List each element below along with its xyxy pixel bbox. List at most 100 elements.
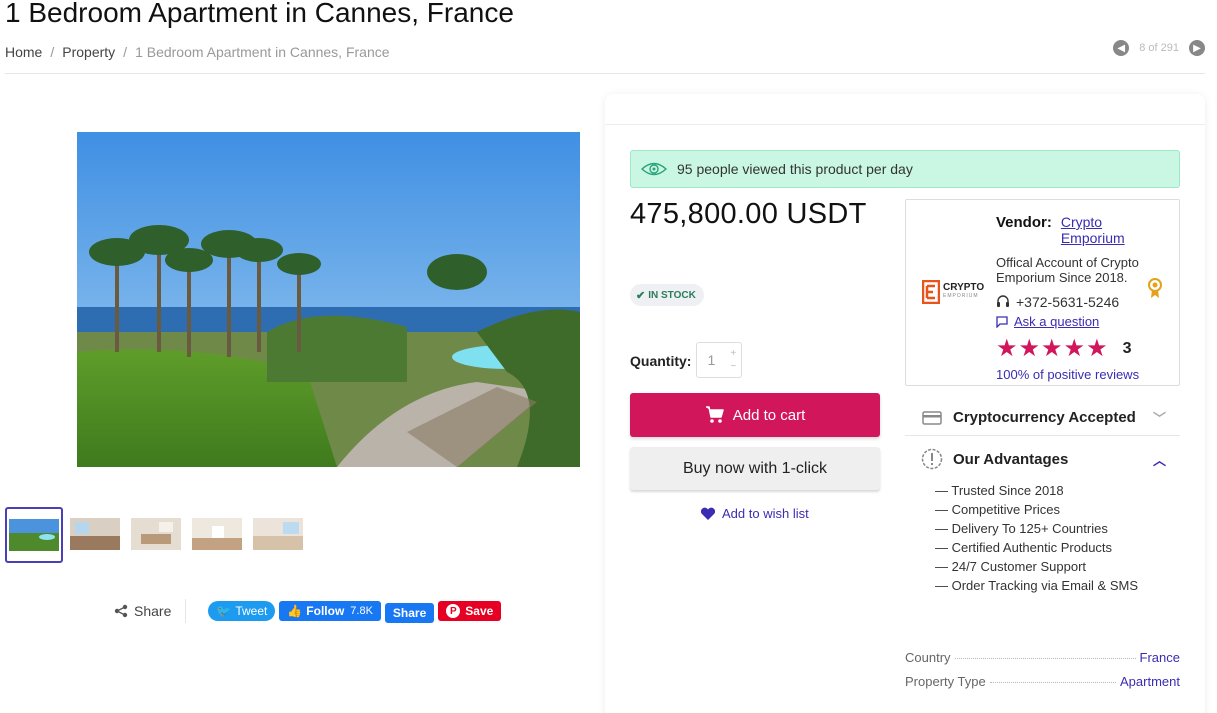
list-item: — Certified Authentic Products (935, 540, 1113, 555)
vendor-logo[interactable]: CRYPTO EMPORIUM (922, 280, 984, 304)
twitter-icon: 🐦 (216, 604, 232, 618)
add-to-wishlist-link[interactable]: Add to wish list (700, 506, 809, 521)
chat-icon (996, 315, 1008, 328)
share-icon (114, 604, 128, 618)
advantages-title: Our Advantages (953, 450, 1069, 468)
price-amount: 475,800.00 (630, 198, 779, 230)
apartment-view-image (77, 132, 580, 467)
advantages-list: — Trusted Since 2018 — Competitive Price… (935, 481, 1138, 595)
facebook-follow-label: Follow (306, 604, 345, 618)
breadcrumb-home[interactable]: Home (5, 44, 42, 60)
crypto-accepted-title: Cryptocurrency Accepted (953, 409, 1136, 426)
thumbnail-1[interactable] (5, 507, 63, 563)
eye-icon (641, 162, 667, 176)
chevron-up-icon: ︿ (1152, 452, 1166, 468)
crypto-emporium-logo-icon (922, 280, 940, 304)
accordion-crypto-accepted[interactable]: Cryptocurrency Accepted ﹀ (905, 400, 1180, 436)
thumbnail-image (131, 518, 181, 550)
facebook-share-button[interactable]: Share (384, 603, 435, 623)
product-page: 1 Bedroom Apartment in Cannes, France Ho… (0, 0, 1217, 713)
share-row: Share 🐦 Tweet 👍 Follow 7.8K Share P Save (114, 599, 502, 623)
card-header-divider (605, 124, 1205, 125)
thumbnail-4[interactable] (192, 518, 242, 550)
thumbnail-2[interactable] (70, 518, 120, 550)
stock-badge: ✔ IN STOCK (630, 284, 704, 306)
product-price: 475,800.00 USDT (630, 198, 867, 231)
thumbnail-image (253, 518, 303, 550)
tweet-button[interactable]: 🐦 Tweet (208, 601, 276, 621)
vendor-info: Vendor: Crypto Emporium Offical Account … (996, 214, 1156, 382)
vendor-name-link[interactable]: Crypto Emporium (1061, 214, 1156, 246)
accordion-our-advantages[interactable]: Our Advantages ︿ (905, 444, 1180, 474)
facebook-follow-button[interactable]: 👍 Follow 7.8K (279, 601, 381, 621)
list-item: — Trusted Since 2018 (935, 483, 1064, 498)
star-icon: ★ (1063, 335, 1086, 362)
next-product-icon[interactable]: ▶ (1189, 40, 1205, 56)
spec-leader (954, 658, 1136, 659)
quantity-stepper[interactable]: 1 + − (696, 342, 742, 378)
breadcrumb-separator: / (50, 44, 55, 60)
quantity-increase-icon[interactable]: + (730, 348, 736, 359)
rating-count[interactable]: 3 (1123, 340, 1132, 358)
views-notice: 95 people viewed this product per day (630, 150, 1180, 188)
add-to-cart-label: Add to cart (732, 406, 806, 424)
medal-icon (1148, 278, 1162, 298)
list-item: — Competitive Prices (935, 502, 1060, 517)
breadcrumb: Home / Property / 1 Bedroom Apartment in… (5, 44, 390, 60)
breadcrumb-separator: / (123, 44, 128, 60)
thumbnail-5[interactable] (253, 518, 303, 550)
product-pager: ◀ 8 of 291 ▶ (1113, 40, 1205, 56)
vendor-logo-text: CRYPTO (943, 282, 985, 293)
heart-icon (700, 507, 716, 520)
views-text: 95 people viewed this product per day (677, 161, 913, 177)
wishlist-label: Add to wish list (722, 506, 809, 521)
thumbnail-image (70, 518, 120, 550)
stock-label: IN STOCK (648, 289, 696, 301)
spec-value-link[interactable]: Apartment (1120, 674, 1180, 689)
facebook-follow-count: 7.8K (350, 605, 373, 617)
header-divider (5, 73, 1205, 74)
prev-product-icon[interactable]: ◀ (1113, 40, 1130, 56)
star-icon: ★ (1086, 335, 1108, 362)
pinterest-save-button[interactable]: P Save (438, 601, 502, 621)
spec-leader (989, 682, 1117, 683)
price-currency: USDT (786, 198, 867, 230)
vendor-rating: ★ ★ ★ ★ ★ 3 (996, 335, 1156, 362)
positive-reviews: 100% of positive reviews (996, 367, 1140, 382)
thumbnail-image (192, 518, 242, 550)
spec-row-property-type: Property Type Apartment (905, 674, 1180, 689)
quantity-step-buttons: + − (726, 343, 741, 377)
vendor-box: CRYPTO EMPORIUM Vendor: Crypto Emporium … (905, 199, 1180, 386)
list-item: — Delivery To 125+ Countries (935, 521, 1108, 536)
page-title: 1 Bedroom Apartment in Cannes, France (5, 0, 514, 28)
main-product-image[interactable] (77, 132, 580, 467)
ask-question-link[interactable]: Ask a question (996, 314, 1156, 329)
spec-label: Property Type (905, 674, 986, 689)
quantity-decrease-icon[interactable]: − (730, 361, 736, 372)
quantity-input[interactable]: 1 (697, 343, 726, 377)
share-button[interactable]: Share (114, 599, 187, 623)
alert-badge-icon (921, 448, 943, 470)
breadcrumb-property[interactable]: Property (62, 44, 115, 60)
vendor-description: Offical Account of Crypto Emporium Since… (996, 255, 1139, 285)
facebook-like-icon: 👍 (287, 604, 303, 618)
spec-value-link[interactable]: France (1140, 650, 1180, 665)
chevron-down-icon: ﹀ (1152, 411, 1166, 426)
check-icon: ✔ (636, 289, 646, 302)
vendor-title: Vendor: Crypto Emporium (996, 214, 1156, 246)
star-icon: ★ (1018, 335, 1041, 362)
cart-icon (705, 406, 724, 423)
spec-row-country: Country France (905, 650, 1180, 665)
vendor-logo-subtext: EMPORIUM (943, 293, 979, 299)
headset-icon (997, 295, 1009, 307)
pinterest-save-label: Save (465, 604, 494, 618)
quantity-label: Quantity: (630, 353, 692, 369)
thumbnail-image (9, 519, 59, 551)
vendor-phone[interactable]: +372-5631-5246 (996, 294, 1156, 310)
add-to-cart-button[interactable]: Add to cart (630, 393, 880, 437)
thumbnail-3[interactable] (131, 518, 181, 550)
breadcrumb-current: 1 Bedroom Apartment in Cannes, France (135, 44, 390, 60)
thumbnail-strip (5, 507, 314, 563)
buy-now-button[interactable]: Buy now with 1-click (630, 447, 880, 490)
list-item: — Order Tracking via Email & SMS (935, 578, 1138, 593)
